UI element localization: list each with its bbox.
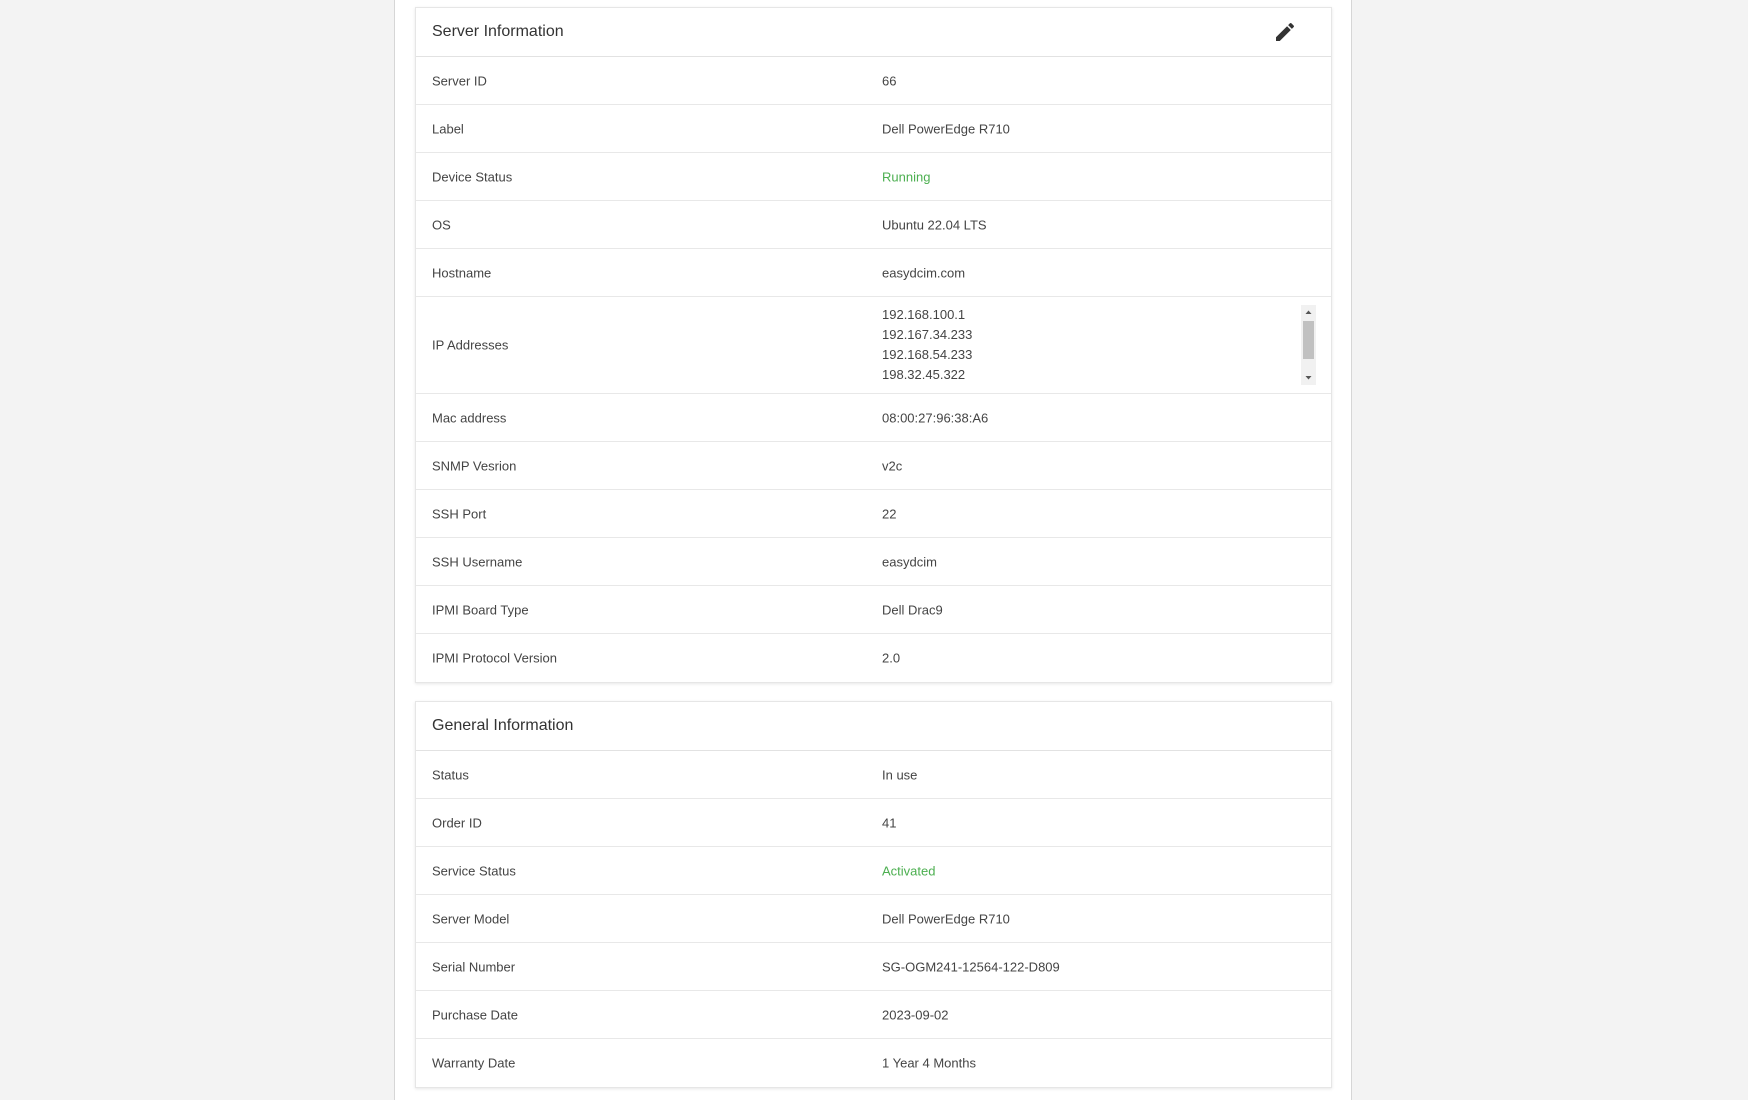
pencil-icon xyxy=(1276,22,1295,41)
row-warranty-date: Warranty Date 1 Year 4 Months xyxy=(416,1039,1331,1087)
row-label: Warranty Date xyxy=(432,1055,516,1071)
ip-address: 192.167.34.233 xyxy=(882,327,973,342)
row-service-status: Service Status Activated xyxy=(416,847,1331,895)
row-label: Order ID xyxy=(432,815,482,830)
row-mac-address: Mac address 08:00:27:96:38:A6 xyxy=(416,394,1331,442)
row-label-field: Label Dell PowerEdge R710 xyxy=(416,105,1331,153)
row-value: 66 xyxy=(882,73,897,88)
row-label: Label xyxy=(432,121,464,136)
scroll-down-arrow-icon[interactable] xyxy=(1301,371,1316,385)
row-label: SNMP Vesrion xyxy=(432,458,517,473)
row-value: 2023-09-02 xyxy=(882,1007,949,1022)
row-label: Serial Number xyxy=(432,959,516,974)
device-status-value: Running xyxy=(882,169,931,184)
row-label: Server Model xyxy=(432,911,510,926)
row-label: Service Status xyxy=(432,863,516,878)
row-label: Device Status xyxy=(432,169,513,184)
card-header: General Information xyxy=(416,702,1331,751)
card-title: General Information xyxy=(432,717,574,734)
row-value: Dell PowerEdge R710 xyxy=(882,121,1010,136)
row-value: Dell Drac9 xyxy=(882,602,943,617)
row-value: Ubuntu 22.04 LTS xyxy=(882,217,987,232)
edit-button[interactable] xyxy=(1273,20,1297,44)
row-label: IPMI Board Type xyxy=(432,602,529,617)
server-information-card: Server Information Server ID 66 Label De… xyxy=(415,7,1332,683)
row-serial-number: Serial Number SG-OGM241-12564-122-D809 xyxy=(416,943,1331,991)
row-ssh-username: SSH Username easydcim xyxy=(416,538,1331,586)
row-ipmi-protocol-version: IPMI Protocol Version 2.0 xyxy=(416,634,1331,682)
row-ip-addresses: IP Addresses 192.168.100.1 192.167.34.23… xyxy=(416,297,1331,394)
row-ipmi-board-type: IPMI Board Type Dell Drac9 xyxy=(416,586,1331,634)
row-value: 22 xyxy=(882,506,897,521)
row-value: In use xyxy=(882,767,918,782)
row-value: 2.0 xyxy=(882,650,901,666)
row-label: IP Addresses xyxy=(432,337,509,353)
row-value: 08:00:27:96:38:A6 xyxy=(882,410,989,425)
row-label: SSH Username xyxy=(432,554,523,569)
ip-address-list[interactable]: 192.168.100.1 192.167.34.233 192.168.54.… xyxy=(882,305,1316,385)
row-ssh-port: SSH Port 22 xyxy=(416,490,1331,538)
row-label: Mac address xyxy=(432,410,507,425)
general-information-card: General Information Status In use Order … xyxy=(415,701,1332,1088)
row-server-model: Server Model Dell PowerEdge R710 xyxy=(416,895,1331,943)
row-label: Hostname xyxy=(432,265,492,280)
row-label: Server ID xyxy=(432,73,487,88)
row-value: v2c xyxy=(882,458,903,473)
row-hostname: Hostname easydcim.com xyxy=(416,249,1331,297)
card-title: Server Information xyxy=(432,23,564,40)
row-label: Purchase Date xyxy=(432,1007,518,1022)
scroll-up-arrow-icon[interactable] xyxy=(1301,305,1316,319)
service-status-value: Activated xyxy=(882,863,936,878)
row-snmp-version: SNMP Vesrion v2c xyxy=(416,442,1331,490)
row-value: SG-OGM241-12564-122-D809 xyxy=(882,959,1060,974)
row-purchase-date: Purchase Date 2023-09-02 xyxy=(416,991,1331,1039)
row-label: Status xyxy=(432,767,469,782)
scrollbar[interactable] xyxy=(1301,305,1316,385)
row-value: easydcim xyxy=(882,554,937,569)
card-header: Server Information xyxy=(416,8,1331,57)
row-order-id: Order ID 41 xyxy=(416,799,1331,847)
row-value: Dell PowerEdge R710 xyxy=(882,911,1010,926)
row-os: OS Ubuntu 22.04 LTS xyxy=(416,201,1331,249)
row-status: Status In use xyxy=(416,751,1331,799)
ip-address: 192.168.54.233 xyxy=(882,347,973,362)
ip-address: 192.168.100.1 xyxy=(882,307,966,322)
row-label: SSH Port xyxy=(432,506,487,521)
ip-address: 198.32.45.322 xyxy=(882,367,966,382)
row-value: 1 Year 4 Months xyxy=(882,1055,976,1071)
row-value: easydcim.com xyxy=(882,265,966,280)
row-label: OS xyxy=(432,217,451,232)
row-label: IPMI Protocol Version xyxy=(432,650,557,666)
main-content: Server Information Server ID 66 Label De… xyxy=(394,0,1352,1100)
row-value: 41 xyxy=(882,815,897,830)
scrollbar-thumb[interactable] xyxy=(1303,321,1314,359)
row-server-id: Server ID 66 xyxy=(416,57,1331,105)
row-device-status: Device Status Running xyxy=(416,153,1331,201)
